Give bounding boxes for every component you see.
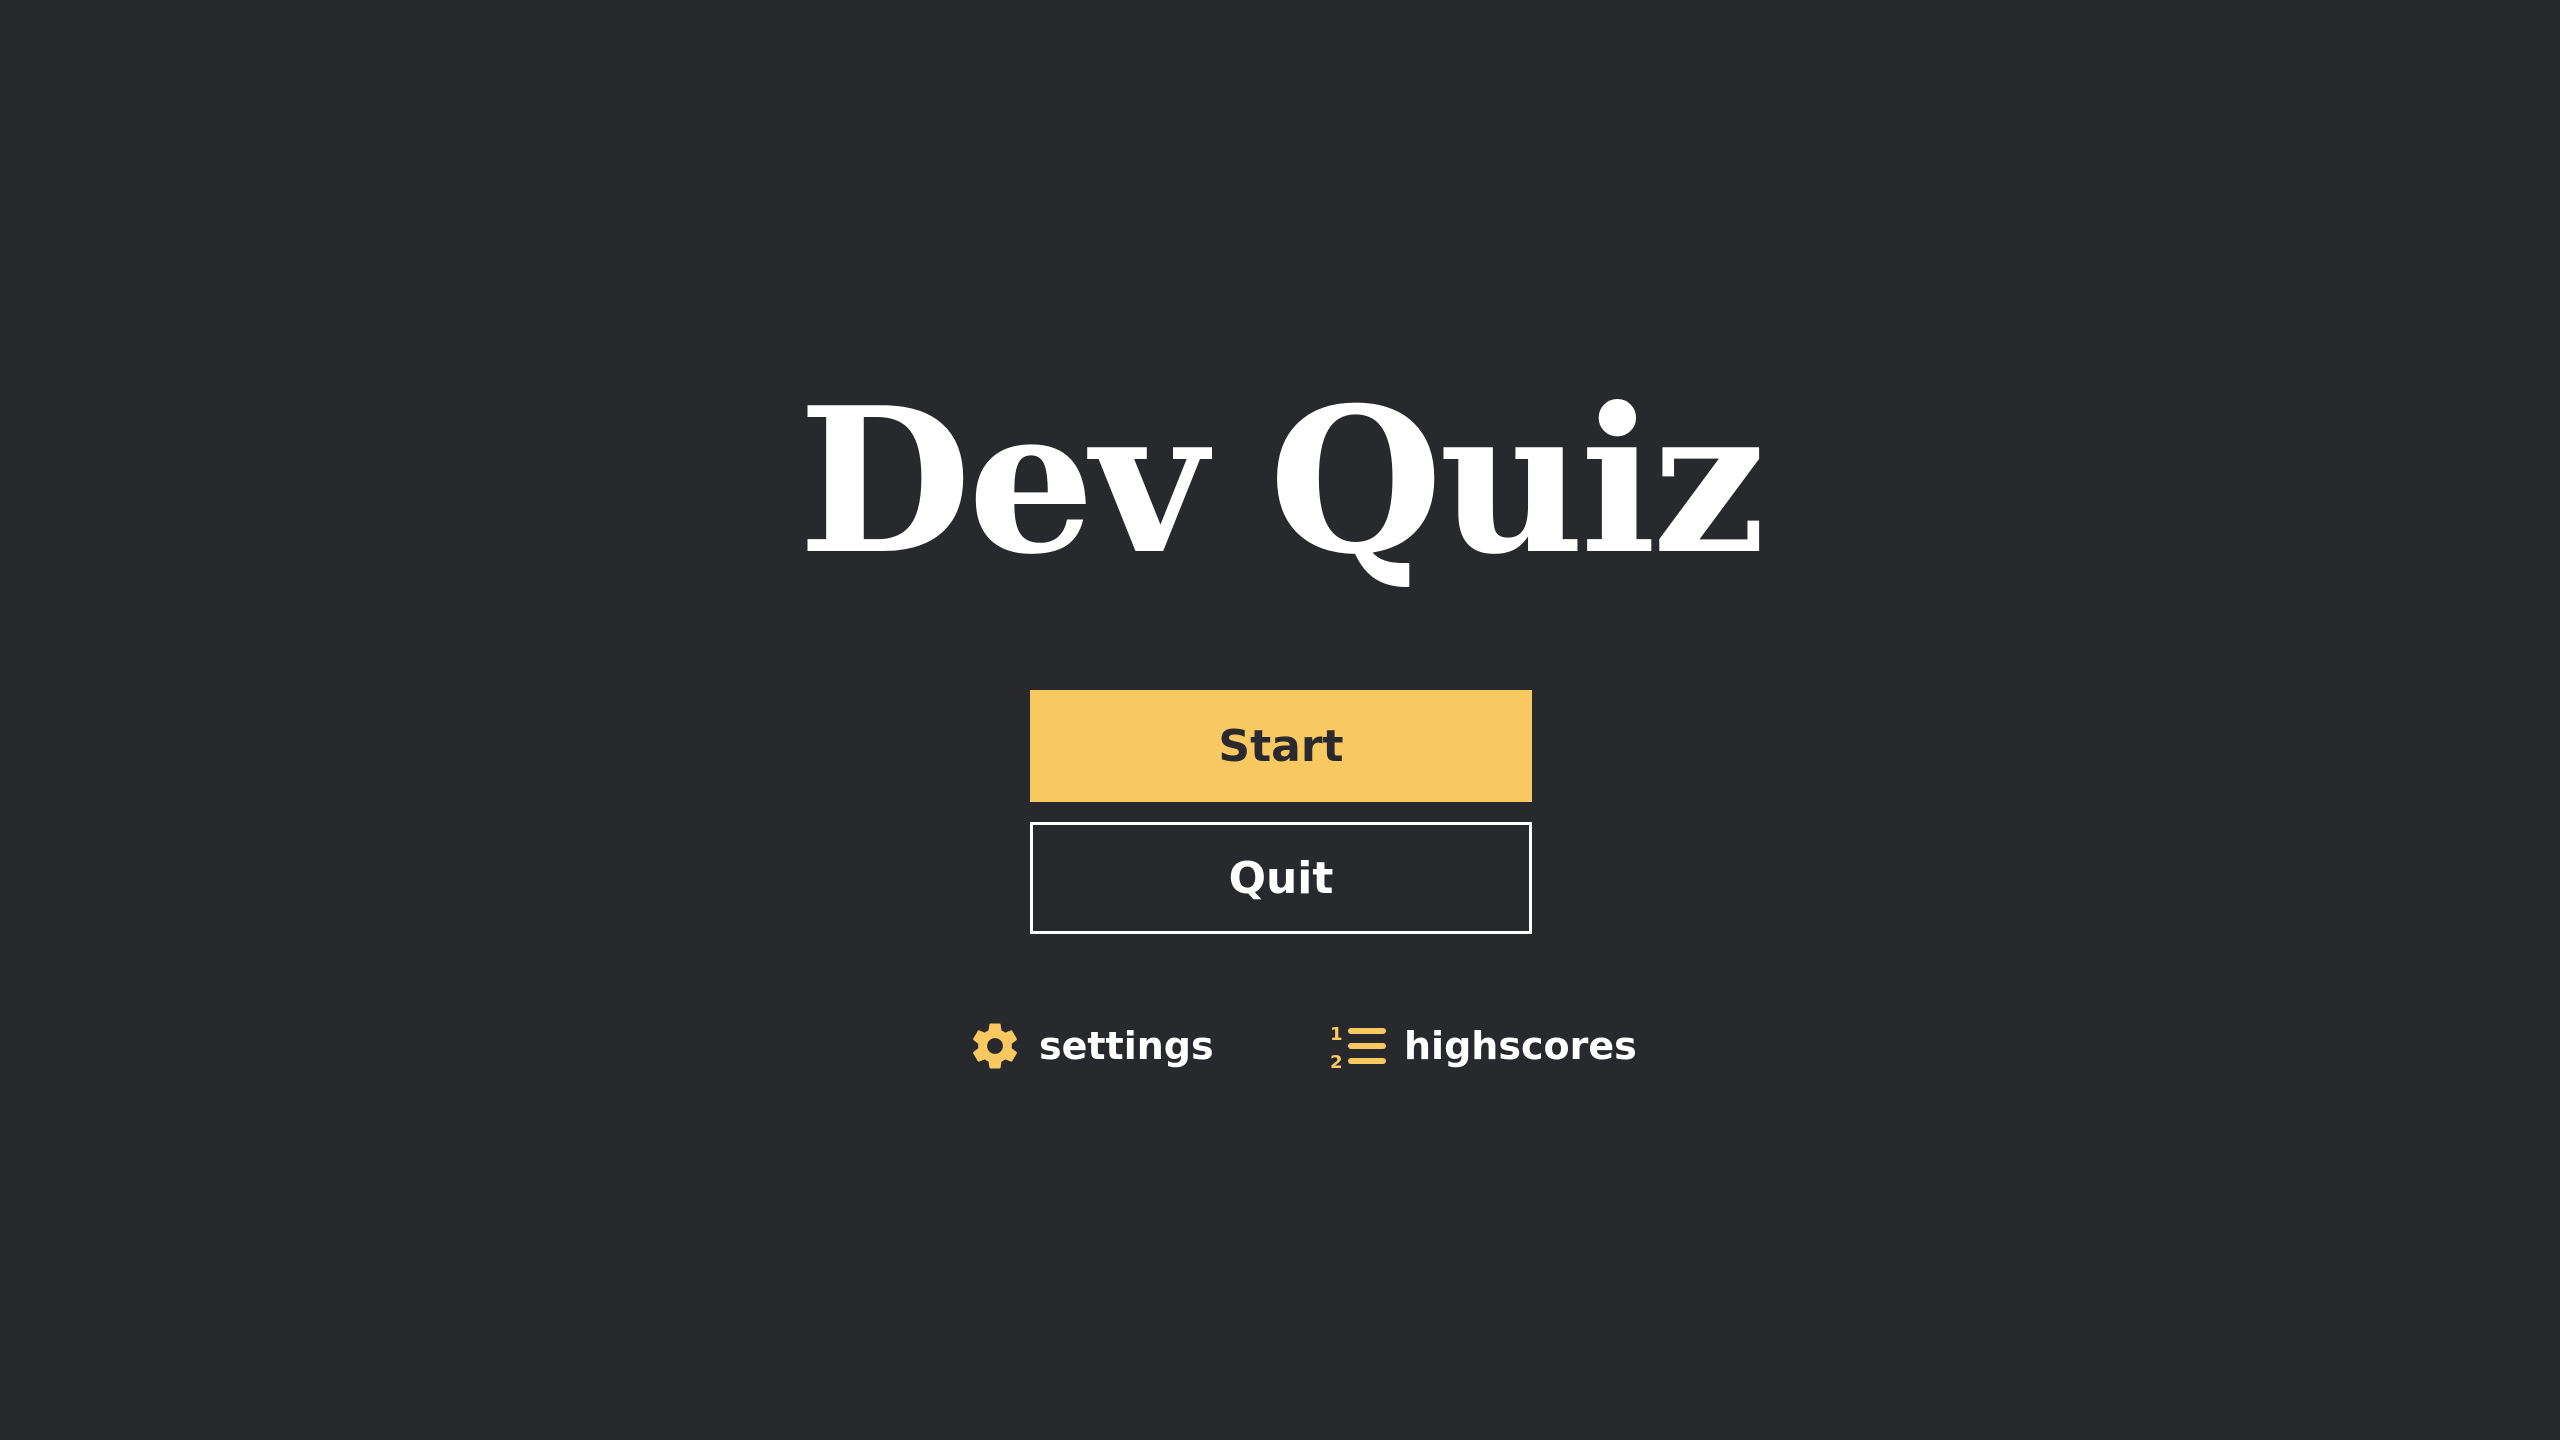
svg-text:2: 2	[1330, 1052, 1343, 1073]
quit-button-label: Quit	[1228, 852, 1334, 904]
gear-icon	[965, 1016, 1025, 1076]
start-button-label: Start	[1218, 720, 1344, 772]
highscores-label: highscores	[1404, 1024, 1637, 1068]
start-button[interactable]: Start	[1030, 690, 1532, 802]
settings-label: settings	[1039, 1024, 1214, 1068]
svg-text:1: 1	[1330, 1024, 1343, 1045]
main-menu-screen: Dev Quiz Start Quit settings 1 2 highsco…	[0, 0, 2560, 1440]
settings-link[interactable]: settings	[965, 1015, 1214, 1077]
game-title: Dev Quiz	[798, 364, 1766, 599]
numbered-list-icon: 1 2	[1330, 1016, 1390, 1076]
highscores-link[interactable]: 1 2 highscores	[1330, 1015, 1637, 1077]
quit-button[interactable]: Quit	[1030, 822, 1532, 934]
